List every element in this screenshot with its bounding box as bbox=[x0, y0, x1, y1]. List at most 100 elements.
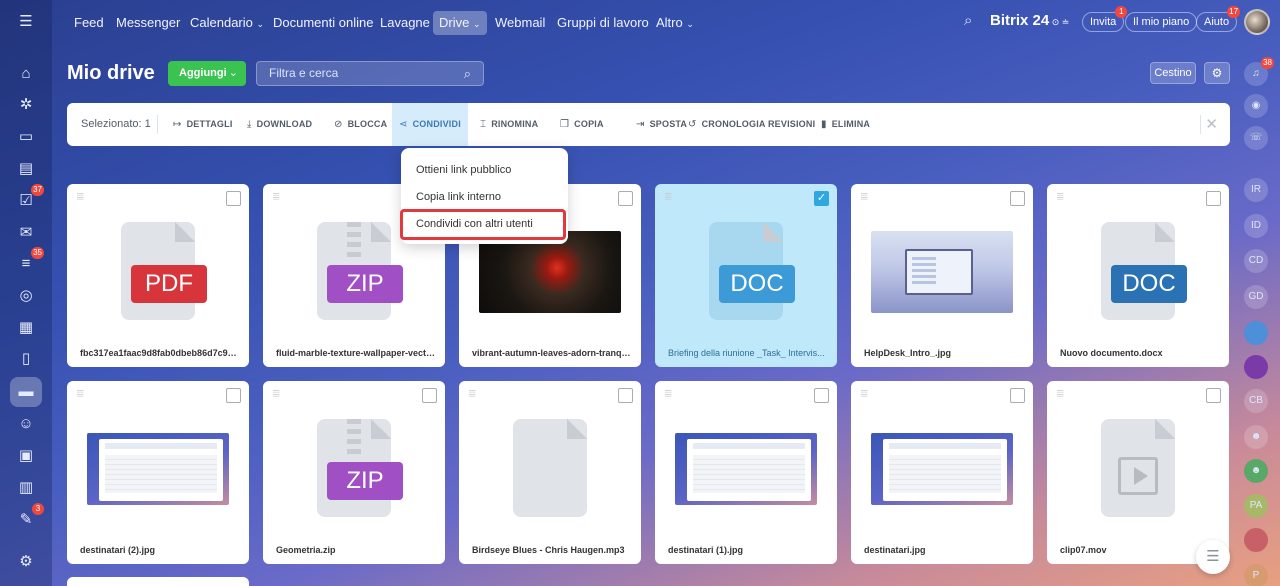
contacts-icon[interactable]: ☺ bbox=[14, 412, 38, 436]
file-checkbox[interactable] bbox=[1010, 191, 1025, 206]
drag-handle-icon[interactable]: ══ bbox=[273, 387, 279, 400]
schedule-icon[interactable]: ▥ bbox=[14, 476, 38, 500]
drag-handle-icon[interactable]: ══ bbox=[1057, 387, 1063, 400]
group-chat-icon[interactable]: ☻ bbox=[1244, 459, 1268, 483]
my-plan-button[interactable]: Il mio piano bbox=[1125, 12, 1198, 32]
help-button[interactable]: Aiuto 17 bbox=[1196, 6, 1241, 32]
recent-user-cb[interactable]: CB bbox=[1244, 389, 1268, 413]
file-card-selected[interactable]: ═ ═ ✓ DOC Briefing della riunione _Task_ … bbox=[655, 184, 837, 367]
settings-gear-icon[interactable]: ⚙ bbox=[14, 550, 38, 574]
home-icon[interactable]: ⌂ bbox=[14, 62, 38, 86]
file-card[interactable] bbox=[67, 577, 249, 586]
feed-icon[interactable]: ▤ bbox=[14, 157, 38, 181]
calendar-icon[interactable]: ▦ bbox=[14, 316, 38, 340]
file-card[interactable]: ═ ═ destinatari (1).jpg bbox=[655, 381, 837, 564]
nav-drive[interactable]: Drive ⌄ bbox=[433, 11, 487, 35]
drag-handle-icon[interactable]: ══ bbox=[469, 387, 475, 400]
list-menu-icon[interactable]: ☰ bbox=[1196, 540, 1230, 574]
notifications-bell-icon[interactable]: ♫ 38 bbox=[1244, 57, 1274, 86]
drag-handle-icon[interactable]: ══ bbox=[273, 190, 279, 203]
approvals-icon[interactable]: ✎ 3 bbox=[14, 503, 44, 532]
video-icon[interactable]: ▣ bbox=[14, 444, 38, 468]
rename-button[interactable]: ⌶ RINOMINA bbox=[473, 103, 545, 146]
file-card[interactable]: ═ ═ clip07.mov bbox=[1047, 381, 1229, 564]
crm-icon[interactable]: ≡ 35 bbox=[14, 247, 44, 276]
trash-button[interactable]: Cestino bbox=[1150, 62, 1196, 84]
copy-button[interactable]: ❐ COPIA bbox=[553, 103, 611, 146]
lock-button[interactable]: ⊘ BLOCCA bbox=[327, 103, 394, 146]
nav-calendar[interactable]: Calendario ⌄ bbox=[184, 11, 270, 35]
file-card[interactable]: ═ ═ ZIP Geometria.zip bbox=[263, 381, 445, 564]
file-card[interactable]: ═ ═ Birdseye Blues - Chris Haugen.mp3 bbox=[459, 381, 641, 564]
download-button[interactable]: ⤓ DOWNLOAD bbox=[240, 103, 319, 146]
file-checkbox[interactable] bbox=[814, 388, 829, 403]
mail-icon[interactable]: ✉ bbox=[14, 221, 38, 245]
nav-workgroups[interactable]: Gruppi di lavoro bbox=[551, 11, 655, 35]
recent-user-id[interactable]: ID bbox=[1244, 214, 1268, 238]
file-name: destinatari (1).jpg bbox=[668, 545, 744, 555]
settings-gear-icon[interactable]: ⚙ bbox=[1204, 62, 1230, 84]
drag-handle-icon[interactable]: ══ bbox=[1057, 190, 1063, 203]
nav-messenger[interactable]: Messenger bbox=[110, 11, 186, 35]
brand-logo: Bitrix 24 ⊙ ≐ bbox=[990, 12, 1070, 29]
copilot-icon[interactable]: ✲ bbox=[14, 93, 38, 117]
nav-boards[interactable]: Lavagne bbox=[374, 11, 436, 35]
drag-handle-icon[interactable]: ══ bbox=[77, 190, 83, 203]
add-button[interactable]: Aggiungi ⌄ bbox=[168, 61, 246, 86]
drag-handle-icon[interactable]: ══ bbox=[665, 387, 671, 400]
user-avatar[interactable] bbox=[1244, 9, 1270, 35]
file-checkbox[interactable] bbox=[1010, 388, 1025, 403]
recent-user-cd[interactable]: CD bbox=[1244, 249, 1268, 273]
menu-icon[interactable]: ☰ bbox=[14, 10, 38, 34]
file-checkbox-checked[interactable]: ✓ bbox=[814, 191, 829, 206]
drag-handle-icon[interactable]: ══ bbox=[861, 387, 867, 400]
file-checkbox[interactable] bbox=[226, 191, 241, 206]
file-checkbox[interactable] bbox=[1206, 388, 1221, 403]
menu-item-internal-link[interactable]: Copia link interno bbox=[416, 191, 501, 203]
recent-chat-avatar[interactable] bbox=[1244, 528, 1268, 552]
filter-search-input[interactable]: Filtra e cerca ⌕ bbox=[256, 61, 484, 86]
file-card[interactable]: ═ ═ PDF fbc317ea1faac9d8fab0dbeb86d7c9c3.… bbox=[67, 184, 249, 367]
video-file-icon bbox=[1101, 419, 1175, 517]
file-card[interactable]: ═ ═ HelpDesk_Intro_.jpg bbox=[851, 184, 1033, 367]
zip-file-icon: ZIP bbox=[317, 222, 403, 320]
file-checkbox[interactable] bbox=[618, 388, 633, 403]
recent-chat-avatar[interactable] bbox=[1244, 355, 1268, 379]
file-card[interactable]: ═ ═ destinatari.jpg bbox=[851, 381, 1033, 564]
menu-item-public-link[interactable]: Ottieni link pubblico bbox=[416, 164, 511, 176]
copilot-chat-icon[interactable]: ◉ bbox=[1244, 94, 1268, 118]
file-checkbox[interactable] bbox=[422, 388, 437, 403]
file-checkbox[interactable] bbox=[618, 191, 633, 206]
nav-feed[interactable]: Feed bbox=[68, 11, 110, 35]
nav-webmail[interactable]: Webmail bbox=[489, 11, 551, 35]
details-button[interactable]: ↦ DETTAGLI bbox=[166, 103, 240, 146]
nav-online-documents[interactable]: Documenti online bbox=[267, 11, 379, 35]
file-card[interactable]: ═ ═ DOC Nuovo documento.docx bbox=[1047, 184, 1229, 367]
file-name: Briefing della riunione _Task_ Intervis.… bbox=[668, 348, 825, 358]
drag-handle-icon[interactable]: ══ bbox=[665, 190, 671, 203]
file-checkbox[interactable] bbox=[1206, 191, 1221, 206]
documents-icon[interactable]: ▯ bbox=[14, 347, 38, 371]
revision-history-button[interactable]: ↺ CRONOLOGIA REVISIONI bbox=[681, 103, 822, 146]
drive-icon[interactable]: ▬ bbox=[10, 377, 42, 407]
tasks-icon[interactable]: ☑ 37 bbox=[14, 184, 44, 213]
close-icon[interactable]: ✕ bbox=[1205, 103, 1218, 146]
recent-user-ir[interactable]: IR bbox=[1244, 178, 1268, 202]
delete-button[interactable]: ▮ ELIMINA bbox=[814, 103, 877, 146]
file-checkbox[interactable] bbox=[226, 388, 241, 403]
drag-handle-icon[interactable]: ══ bbox=[77, 387, 83, 400]
nav-more[interactable]: Altro ⌄ bbox=[650, 11, 700, 35]
drag-handle-icon[interactable]: ══ bbox=[861, 190, 867, 203]
share-button[interactable]: ⋖ CONDIVIDI bbox=[392, 103, 468, 146]
recent-chat-avatar[interactable] bbox=[1244, 321, 1268, 345]
file-card[interactable]: ═ ═ destinatari (2).jpg bbox=[67, 381, 249, 564]
recent-user-p[interactable]: P bbox=[1244, 564, 1268, 586]
group-chat-icon[interactable]: ☻ bbox=[1244, 425, 1268, 449]
support-chat-icon[interactable]: ☏ bbox=[1244, 126, 1268, 150]
invite-button[interactable]: Invita 1 bbox=[1082, 6, 1128, 32]
chat-icon[interactable]: ▭ bbox=[14, 125, 38, 149]
target-icon[interactable]: ◎ bbox=[14, 284, 38, 308]
search-icon[interactable]: ⌕ bbox=[964, 12, 972, 29]
recent-user-pa[interactable]: PA bbox=[1244, 494, 1268, 518]
recent-user-gd[interactable]: GD bbox=[1244, 285, 1268, 309]
